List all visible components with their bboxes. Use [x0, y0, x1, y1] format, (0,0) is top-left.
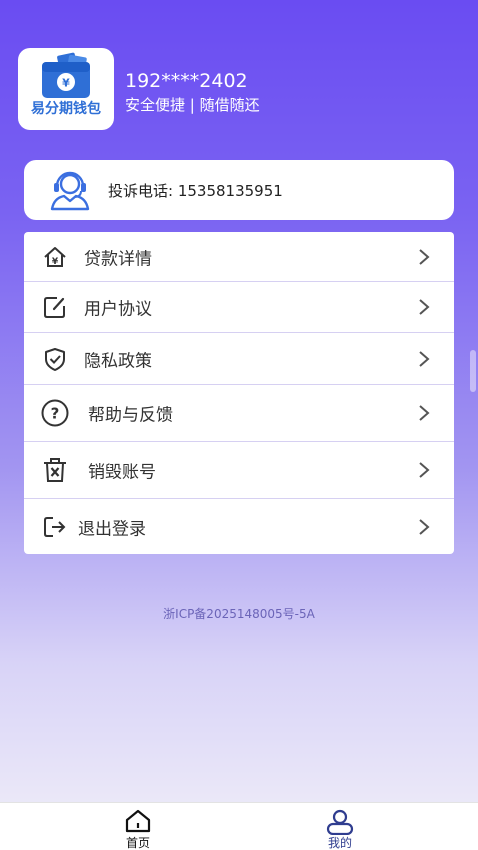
svg-text:¥: ¥ [62, 77, 70, 90]
complaint-phone-label: 投诉电话: 15358135951 [108, 182, 283, 200]
chevron-right-icon [419, 405, 430, 421]
trash-x-icon [44, 458, 66, 482]
menu-item-privacy-policy[interactable]: 隐私政策 [24, 333, 454, 385]
icp-license: 浙ICP备2025148005号-5A [163, 607, 315, 621]
menu-item-user-agreement[interactable]: 用户协议 [24, 282, 454, 333]
menu-item-logout[interactable]: 退出登录 [24, 499, 454, 554]
menu-item-label: 用户协议 [84, 299, 152, 320]
app-logo: ¥ 易分期钱包 [18, 48, 114, 130]
user-phone: 192****2402 [125, 70, 248, 92]
chevron-right-icon [419, 248, 430, 265]
customer-service-icon [50, 171, 90, 211]
question-icon: ? [41, 399, 69, 427]
chevron-right-icon [419, 462, 430, 478]
tab-mine[interactable]: 我的 [290, 803, 390, 850]
edit-doc-icon [44, 297, 65, 318]
menu-item-label: 销毁账号 [88, 462, 156, 483]
tab-mine-label: 我的 [327, 836, 352, 850]
bottom-tab-bar: 首页 我的 [0, 802, 478, 850]
settings-menu: ¥ 贷款详情 用户协议 隐私政策 ? 帮助与反馈 销毁账号 退出登录 [24, 232, 454, 554]
menu-item-label: 帮助与反馈 [88, 405, 173, 426]
menu-item-label: 隐私政策 [84, 351, 152, 371]
complaint-card[interactable]: 投诉电话: 15358135951 [24, 160, 454, 220]
tab-home-label: 首页 [125, 836, 150, 850]
menu-item-help-feedback[interactable]: ? 帮助与反馈 [24, 385, 454, 442]
menu-item-label: 贷款详情 [84, 249, 152, 269]
app-logo-text: 易分期钱包 [31, 101, 101, 117]
svg-text:?: ? [51, 405, 60, 423]
profile-header: ¥ 易分期钱包 192****2402 安全便捷 | 随借随还 [18, 48, 458, 130]
menu-item-label: 退出登录 [78, 519, 146, 539]
logout-icon [44, 516, 66, 537]
home-icon [125, 809, 151, 833]
tab-home[interactable]: 首页 [88, 803, 188, 850]
user-icon [326, 809, 354, 835]
app-slogan: 安全便捷 | 随借随还 [125, 96, 260, 114]
home-yen-icon: ¥ [44, 246, 66, 267]
menu-item-delete-account[interactable]: 销毁账号 [24, 442, 454, 499]
shield-check-icon [45, 347, 65, 371]
menu-item-loan-details[interactable]: ¥ 贷款详情 [24, 232, 454, 282]
chevron-right-icon [419, 518, 430, 535]
chevron-right-icon [419, 299, 430, 315]
svg-text:¥: ¥ [52, 257, 59, 267]
scroll-indicator [470, 350, 476, 392]
chevron-right-icon [419, 350, 430, 367]
